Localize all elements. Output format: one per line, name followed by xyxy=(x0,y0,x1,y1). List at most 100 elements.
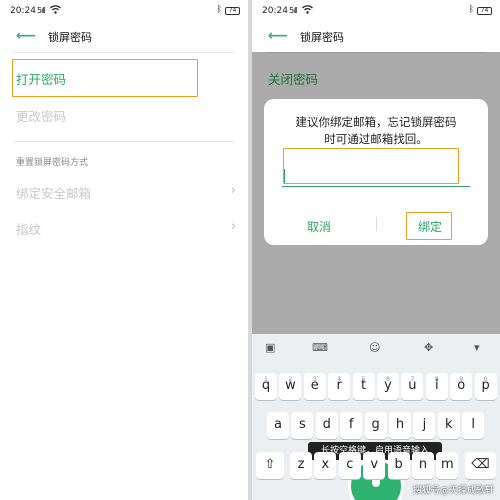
key-k[interactable]: k xyxy=(437,412,460,439)
key-f[interactable]: f xyxy=(340,412,363,439)
key-l[interactable]: l xyxy=(462,412,485,439)
bind-email-item: 绑定安全邮箱 › xyxy=(16,183,236,202)
watermark: 搜狐号@天择成歌轩 xyxy=(412,486,494,496)
status-bar: 20:24 5ıll ᛒ 74 xyxy=(0,0,248,24)
key-b[interactable]: b xyxy=(387,452,410,479)
key-c[interactable]: c xyxy=(338,452,361,479)
fingerprint-label: 指纹 xyxy=(16,222,42,237)
header: ⟵ 锁屏密码 xyxy=(0,24,248,50)
wifi-icon xyxy=(50,5,61,17)
key-n[interactable]: n xyxy=(412,452,434,479)
key-label: v xyxy=(370,457,379,472)
key-label: m xyxy=(441,457,454,472)
key-label: d xyxy=(322,417,331,432)
key-w[interactable]: 2w xyxy=(279,373,302,400)
key-number-hint: 0 xyxy=(483,376,488,383)
change-password-item: 更改密码 xyxy=(16,106,236,125)
email-input[interactable] xyxy=(282,186,470,187)
key-a[interactable]: a xyxy=(267,412,289,439)
highlight-box xyxy=(406,212,452,240)
key-number-hint: 5 xyxy=(361,376,366,383)
key-label: l xyxy=(471,417,475,432)
key-number-hint: 8 xyxy=(434,376,439,383)
key-q[interactable]: 1q xyxy=(255,373,277,400)
left-screen: 20:24 5ıll ᛒ 74 ⟵ 锁屏密码 打开密码 更改密码 重置锁屏密码方… xyxy=(0,0,248,500)
button-divider xyxy=(376,217,377,231)
key-number-hint: 4 xyxy=(337,376,342,383)
key-r[interactable]: 4r xyxy=(328,373,351,400)
highlight-box xyxy=(12,59,198,97)
key-label: g xyxy=(371,417,380,432)
status-time: 20:24 xyxy=(262,6,288,16)
collapse-icon[interactable]: ▾ xyxy=(474,341,480,354)
chevron-right-icon: › xyxy=(230,219,236,234)
key-i[interactable]: 8i xyxy=(425,373,448,400)
key-s[interactable]: s xyxy=(291,412,314,439)
page-title: 锁屏密码 xyxy=(300,31,344,44)
key-d[interactable]: d xyxy=(315,412,338,439)
header: ⟵ 锁屏密码 xyxy=(252,24,500,50)
key-g[interactable]: g xyxy=(364,412,387,439)
key-y[interactable]: 6y xyxy=(377,373,399,400)
key-label: a xyxy=(274,417,282,432)
key-label: z xyxy=(297,457,305,472)
dialog-message-line: 时可通过邮箱找回。 xyxy=(324,132,428,146)
key-number-hint: 1 xyxy=(264,376,268,383)
key-h[interactable]: h xyxy=(389,412,411,439)
bluetooth-icon: ᛒ xyxy=(216,5,222,15)
battery-icon: 74 xyxy=(477,7,492,15)
key-number-hint: 3 xyxy=(312,376,317,383)
signal-icon: 5ıll xyxy=(37,6,46,15)
key-m[interactable]: m xyxy=(436,452,459,479)
change-password-label: 更改密码 xyxy=(16,109,67,124)
key-label: n xyxy=(418,457,428,472)
wifi-icon xyxy=(302,5,313,17)
stage: 20:24 5ıll ᛒ 74 ⟵ 锁屏密码 打开密码 更改密码 重置锁屏密码方… xyxy=(0,0,500,500)
divider xyxy=(14,52,234,53)
key-t[interactable]: 5t xyxy=(352,373,375,400)
key-p[interactable]: 0p xyxy=(474,373,497,400)
key-label: c xyxy=(346,457,354,472)
right-screen: 20:24 5ıll ᛒ 74 ⟵ 锁屏密码 关闭密码 建议你绑定邮箱，忘记锁屏… xyxy=(252,0,500,500)
section-header: 重置锁屏密码方式 xyxy=(16,158,89,168)
delete-key[interactable]: ⌫ xyxy=(465,452,496,479)
key-label: k xyxy=(445,417,453,432)
status-bar: 20:24 5ıll ᛒ 74 xyxy=(252,0,500,24)
fingerprint-item: 指纹 › xyxy=(16,219,236,238)
key-label: h xyxy=(395,417,405,432)
key-j[interactable]: j xyxy=(413,412,436,439)
key-z[interactable]: z xyxy=(290,452,312,479)
signal-icon: 5ıll xyxy=(289,6,298,15)
key-e[interactable]: 3e xyxy=(303,373,326,400)
key-v[interactable]: v xyxy=(363,452,386,479)
key-label: b xyxy=(394,457,403,472)
key-o[interactable]: 9o xyxy=(450,373,473,400)
shift-key[interactable]: ⇧ xyxy=(256,452,284,479)
key-number-hint: 6 xyxy=(386,376,390,383)
key-u[interactable]: 7u xyxy=(401,373,424,400)
keyboard-toolbar: ▣ ⌨ ☺ ✥ ▾ xyxy=(252,334,500,364)
cursor-move-icon[interactable]: ✥ xyxy=(424,341,433,354)
key-label: f xyxy=(348,417,354,432)
battery-icon: 74 xyxy=(225,7,240,15)
back-arrow-icon[interactable]: ⟵ xyxy=(268,28,288,44)
key-number-hint: 2 xyxy=(288,376,293,383)
status-time: 20:24 xyxy=(10,6,36,16)
dialog-message-line: 建议你绑定邮箱，忘记锁屏密码 xyxy=(295,115,457,129)
key-number-hint: 9 xyxy=(459,376,464,383)
bind-email-label: 绑定安全邮箱 xyxy=(16,186,92,201)
emoji-icon[interactable]: ☺ xyxy=(369,341,380,354)
key-label: x xyxy=(321,457,330,472)
bind-email-dialog: 建议你绑定邮箱，忘记锁屏密码 时可通过邮箱找回。 取消 绑定 xyxy=(264,99,488,245)
key-x[interactable]: x xyxy=(314,452,337,479)
key-number-hint: 7 xyxy=(410,376,415,383)
bluetooth-icon: ᛒ xyxy=(468,5,474,15)
key-label: s xyxy=(299,417,306,432)
back-arrow-icon[interactable]: ⟵ xyxy=(16,28,36,44)
cancel-button[interactable]: 取消 xyxy=(307,218,331,235)
dialog-message: 建议你绑定邮箱，忘记锁屏密码 时可通过邮箱找回。 xyxy=(264,114,488,148)
page-title: 锁屏密码 xyxy=(48,31,92,44)
clipboard-icon[interactable]: ▣ xyxy=(265,341,275,354)
highlight-box xyxy=(283,148,459,184)
keyboard-icon[interactable]: ⌨ xyxy=(312,341,328,354)
